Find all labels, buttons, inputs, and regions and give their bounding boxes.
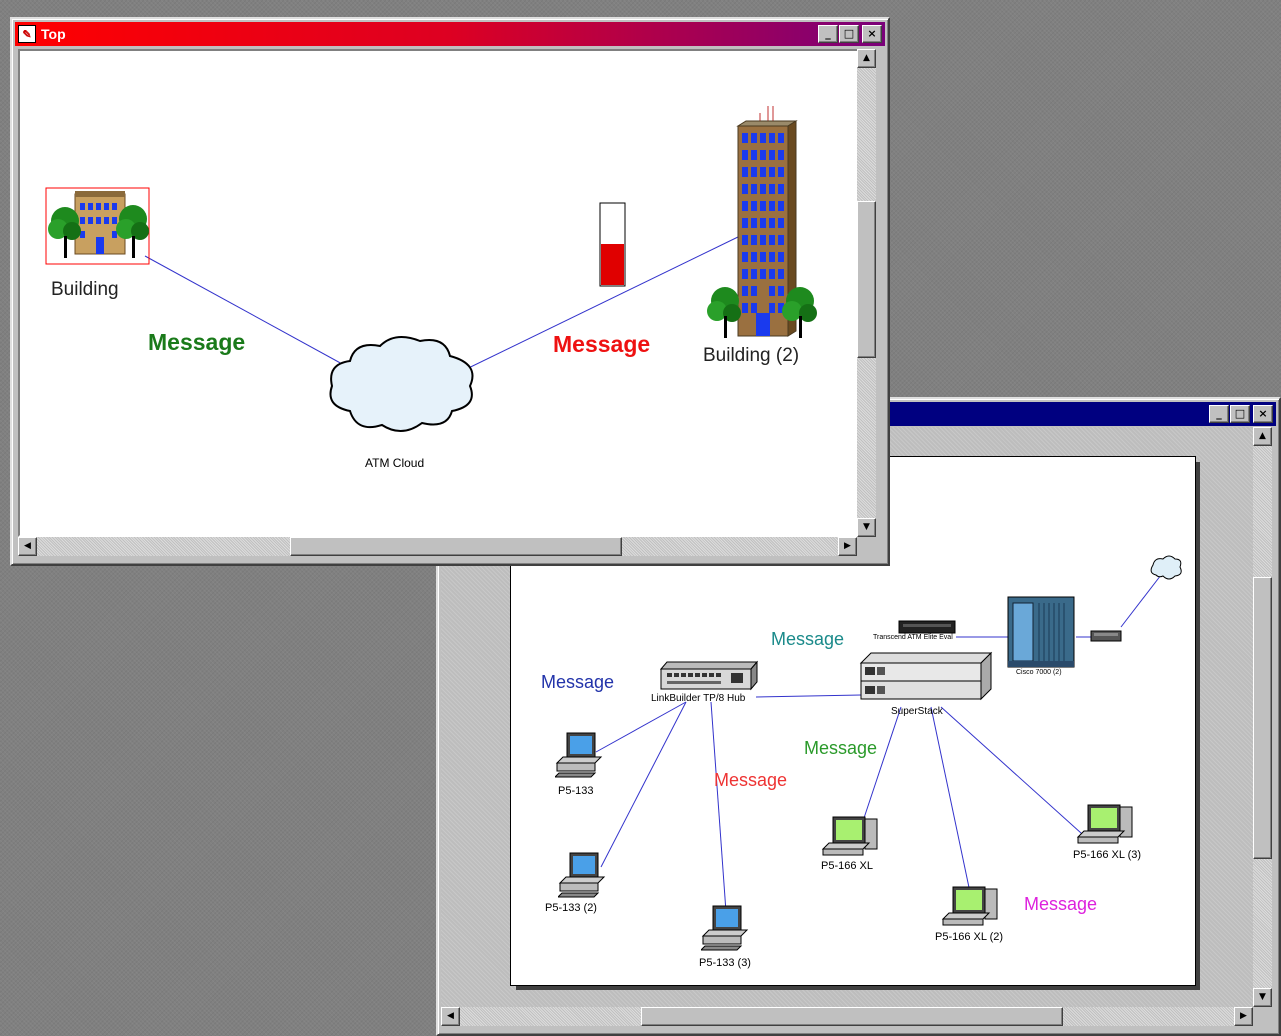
message-label-right[interactable]: Message (553, 331, 650, 358)
superstack-icon (859, 651, 993, 701)
message-label-teal[interactable]: Message (771, 629, 844, 650)
pc-icon[interactable] (555, 731, 605, 781)
pc-icon[interactable] (1076, 803, 1136, 853)
message-label-magenta[interactable]: Message (1024, 894, 1097, 915)
pc4-label: P5-166 XL (821, 860, 873, 872)
gauge-icon (599, 202, 626, 287)
link-hub-superstack (755, 694, 862, 698)
maximize-button[interactable]: □ (839, 25, 859, 43)
top-window-title: Top (41, 26, 66, 42)
minimize-button[interactable]: _ (1209, 405, 1229, 423)
scroll-down-button[interactable]: ▼ (1253, 988, 1272, 1007)
superstack-label: SuperStack (891, 706, 943, 717)
router-icon (1090, 630, 1122, 642)
cisco-icon (1007, 596, 1075, 668)
building2-icon (707, 106, 817, 338)
vertical-scrollbar[interactable]: ▲ ▼ (857, 49, 876, 537)
message-label-green[interactable]: Message (804, 738, 877, 759)
app-icon[interactable]: ✎ (18, 25, 36, 43)
scroll-left-button[interactable]: ◀ (441, 1007, 460, 1026)
resize-grip[interactable] (857, 537, 876, 556)
pc-icon[interactable] (558, 851, 608, 901)
message-label-left[interactable]: Message (148, 329, 245, 356)
maximize-button[interactable]: □ (1230, 405, 1250, 423)
scroll-right-button[interactable]: ▶ (838, 537, 857, 556)
scroll-thumb[interactable] (641, 1007, 1063, 1026)
horizontal-scrollbar[interactable]: ◀ ▶ (441, 1007, 1253, 1026)
link-ss-pc5 (930, 706, 972, 898)
horizontal-scrollbar[interactable]: ◀ ▶ (18, 537, 857, 556)
close-button[interactable]: × (1253, 405, 1273, 423)
scroll-left-button[interactable]: ◀ (18, 537, 37, 556)
close-button[interactable]: × (862, 25, 882, 43)
top-canvas[interactable]: Building Building (2) ATM Cloud Message … (18, 49, 861, 537)
hub-label: LinkBuilder TP/8 Hub (651, 693, 746, 704)
top-window-titlebar[interactable]: ✎ Top _ □ × (15, 22, 885, 46)
message-label-red[interactable]: Message (714, 770, 787, 791)
link-ss-pc6 (940, 706, 1092, 843)
building-label: Building (51, 279, 119, 300)
pc6-label: P5-166 XL (3) (1073, 849, 1142, 861)
scroll-right-button[interactable]: ▶ (1234, 1007, 1253, 1026)
vertical-scrollbar[interactable]: ▲ ▼ (1253, 427, 1272, 1007)
building2-label: Building (2) (703, 345, 800, 366)
transceiver-icon (898, 620, 956, 634)
pc-icon[interactable] (821, 815, 881, 865)
scroll-down-button[interactable]: ▼ (857, 518, 876, 537)
pc5-label: P5-166 XL (2) (935, 931, 1004, 943)
link-router-cloud (1120, 574, 1162, 628)
small-cloud-icon (1150, 555, 1182, 580)
pc3-label: P5-133 (3) (699, 957, 751, 969)
scroll-up-button[interactable]: ▲ (857, 49, 876, 68)
pc-icon[interactable] (941, 885, 1001, 935)
scroll-thumb[interactable] (857, 201, 876, 358)
link-hub-pc2 (600, 701, 687, 868)
pc1-label: P5-133 (558, 785, 594, 797)
hub-icon (659, 660, 759, 691)
pc2-label: P5-133 (2) (545, 902, 597, 914)
scroll-thumb[interactable] (1253, 577, 1272, 859)
top-links (45, 106, 817, 432)
scroll-thumb[interactable] (290, 537, 622, 556)
transceiver-label: Transcend ATM Elite Eval (873, 634, 953, 641)
link-hub-pc3 (710, 701, 727, 913)
atm-cloud-label: ATM Cloud (365, 456, 425, 470)
link-hub-pc1 (595, 701, 687, 753)
top-window[interactable]: ✎ Top _ □ × Building Building (2) ATM Cl… (10, 17, 890, 566)
building-icon (45, 187, 150, 265)
pc-icon[interactable] (701, 904, 751, 954)
scroll-up-button[interactable]: ▲ (1253, 427, 1272, 446)
minimize-button[interactable]: _ (818, 25, 838, 43)
atm-cloud-icon (329, 336, 474, 432)
cisco-label: Cisco 7000 (2) (1016, 669, 1062, 676)
message-label-hub[interactable]: Message (541, 672, 614, 693)
